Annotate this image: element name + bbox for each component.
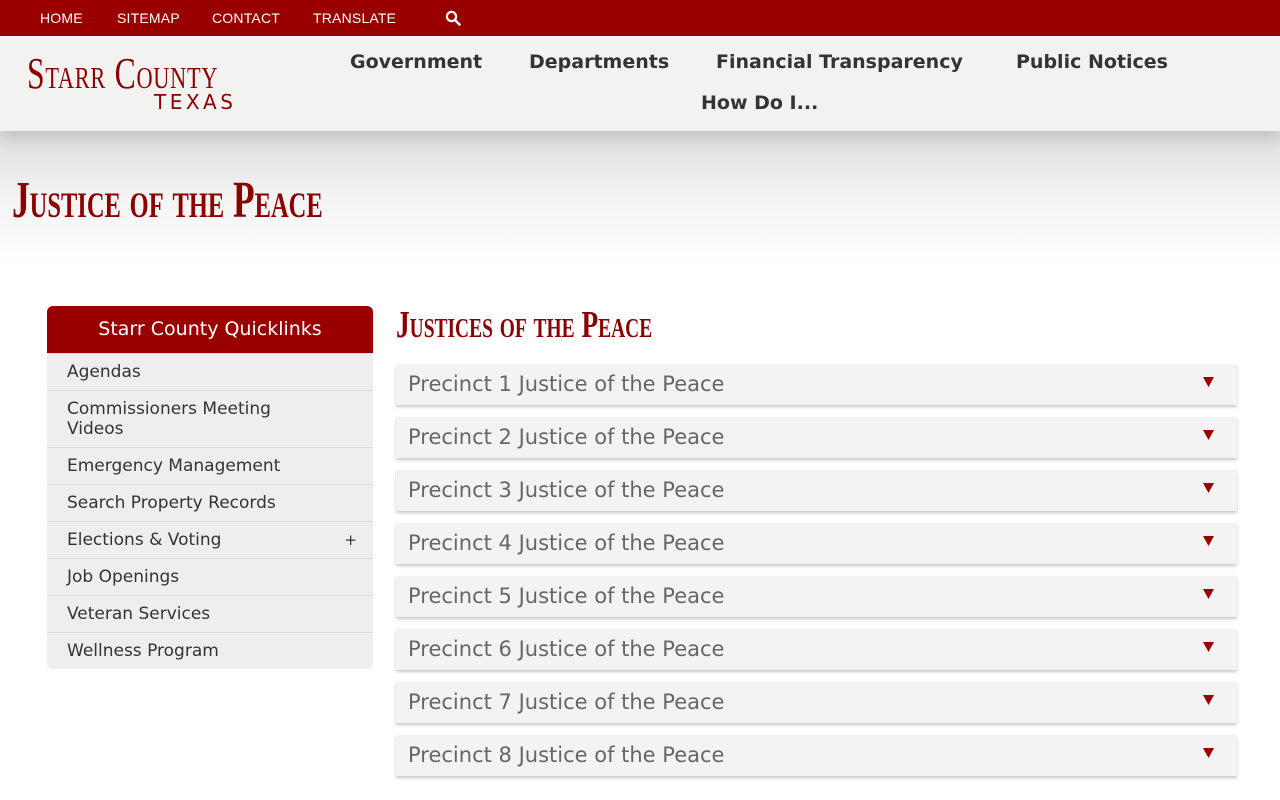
expand-icon[interactable]: + [344,530,357,550]
accordion-item-label: Precinct 2 Justice of the Peace [408,425,725,449]
sidebar-item-label: Commissioners Meeting Videos [67,399,271,439]
accordion-item-label: Precinct 3 Justice of the Peace [408,478,725,502]
accordion-item-precinct-6[interactable]: Precinct 6 Justice of the Peace [396,629,1237,670]
caret-down-icon [1203,483,1214,493]
accordion-item-label: Precinct 6 Justice of the Peace [408,637,725,661]
sidebar-item-job-openings[interactable]: Job Openings [47,558,373,595]
sidebar-item-search-property-records[interactable]: Search Property Records [47,484,373,521]
translate-link[interactable]: TRANSLATE [313,0,396,36]
section-title: Justices of the Peace [396,304,653,346]
caret-down-icon [1203,589,1214,599]
sidebar-item-emergency-management[interactable]: Emergency Management [47,447,373,484]
sidebar-item-agendas[interactable]: Agendas [47,353,373,390]
accordion-item-label: Precinct 5 Justice of the Peace [408,584,725,608]
sitemap-link[interactable]: SITEMAP [117,0,180,36]
sidebar-item-label: Search Property Records [67,493,276,513]
sidebar-item-label: Job Openings [67,567,180,587]
accordion-item-precinct-3[interactable]: Precinct 3 Justice of the Peace [396,470,1237,511]
accordion-item-label: Precinct 1 Justice of the Peace [408,372,725,396]
nav-public-notices[interactable]: Public Notices [1016,50,1168,74]
site-header: Starr County TEXAS Government Department… [0,36,1280,131]
caret-down-icon [1203,430,1214,440]
caret-down-icon [1203,748,1214,758]
search-icon[interactable] [445,10,461,26]
caret-down-icon [1203,695,1214,705]
nav-how-do-i[interactable]: How Do I... [701,91,818,115]
accordion-item-label: Precinct 4 Justice of the Peace [408,531,725,555]
nav-government[interactable]: Government [350,50,482,74]
accordion-item-precinct-5[interactable]: Precinct 5 Justice of the Peace [396,576,1237,617]
sidebar-item-commissioners-meeting-videos[interactable]: Commissioners Meeting Videos [47,390,373,447]
utility-bar: HOME SITEMAP CONTACT TRANSLATE [0,0,1280,36]
accordion-item-label: Precinct 7 Justice of the Peace [408,690,725,714]
caret-down-icon [1203,536,1214,546]
logo-state-name: TEXAS [154,90,237,114]
sidebar-item-label: Wellness Program [67,641,219,661]
accordion-item-label: Precinct 8 Justice of the Peace [408,743,725,767]
sidebar-item-label: Elections & Voting [67,530,222,550]
quicklinks-title: Starr County Quicklinks [47,306,373,353]
accordion-item-precinct-4[interactable]: Precinct 4 Justice of the Peace [396,523,1237,564]
accordion-item-precinct-8[interactable]: Precinct 8 Justice of the Peace [396,735,1237,776]
nav-departments[interactable]: Departments [529,50,669,74]
caret-down-icon [1203,642,1214,652]
precinct-accordion: Precinct 1 Justice of the Peace Precinct… [396,364,1237,788]
caret-down-icon [1203,377,1214,387]
starr-county-logo[interactable]: Starr County TEXAS [27,52,242,116]
sidebar-item-label: Emergency Management [67,456,281,476]
home-link[interactable]: HOME [40,0,83,36]
sidebar-item-elections-voting[interactable]: Elections & Voting + [47,521,373,558]
quicklinks-sidebar: Starr County Quicklinks Agendas Commissi… [47,306,373,669]
page-title: Justice of the Peace [12,172,323,229]
sidebar-item-label: Agendas [67,362,141,382]
sidebar-item-wellness-program[interactable]: Wellness Program [47,632,373,669]
nav-financial-transparency[interactable]: Financial Transparency [716,50,963,74]
accordion-item-precinct-7[interactable]: Precinct 7 Justice of the Peace [396,682,1237,723]
sidebar-item-label: Veteran Services [67,604,211,624]
accordion-item-precinct-1[interactable]: Precinct 1 Justice of the Peace [396,364,1237,405]
contact-link[interactable]: CONTACT [212,0,280,36]
sidebar-item-veteran-services[interactable]: Veteran Services [47,595,373,632]
accordion-item-precinct-2[interactable]: Precinct 2 Justice of the Peace [396,417,1237,458]
